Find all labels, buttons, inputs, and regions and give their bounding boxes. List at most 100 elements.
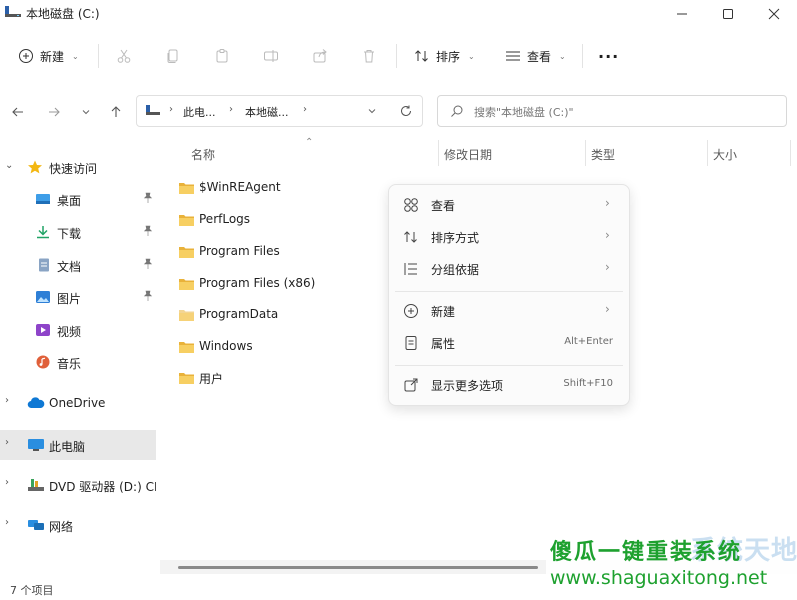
toolbar-divider <box>582 44 583 68</box>
plus-circle-icon <box>18 48 34 64</box>
pin-icon <box>143 290 153 302</box>
file-row[interactable]: Program Files <box>176 238 406 266</box>
view-list-icon <box>505 48 521 64</box>
breadcrumb-separator: › <box>303 104 307 115</box>
sidebar-item-downloads[interactable]: 下载 <box>0 217 156 247</box>
sidebar-item-this-pc[interactable]: › 此电脑 <box>0 430 156 460</box>
rename-button[interactable] <box>263 36 279 76</box>
sidebar-item-label: 桌面 <box>57 194 82 208</box>
video-icon <box>35 323 51 337</box>
menu-item-show-more-options[interactable]: 显示更多选项 Shift+F10 <box>389 369 629 401</box>
back-button[interactable] <box>6 100 30 124</box>
sort-button-label: 排序 <box>436 49 461 64</box>
menu-item-new[interactable]: 新建 › <box>389 295 629 327</box>
sidebar-item-pictures[interactable]: 图片 <box>0 282 156 312</box>
sidebar-quick-access[interactable]: ⌄ 快速访问 <box>0 152 156 182</box>
sidebar-item-videos[interactable]: 视频 <box>0 315 156 345</box>
file-name: Program Files (x86) <box>199 276 316 290</box>
file-row[interactable]: ProgramData <box>176 301 406 329</box>
properties-icon <box>403 335 419 351</box>
menu-item-label: 分组依据 <box>431 263 480 277</box>
folder-icon <box>178 277 195 291</box>
chevron-down-icon: ⌄ <box>468 51 475 61</box>
search-box[interactable] <box>437 95 787 127</box>
menu-divider <box>395 365 623 366</box>
column-divider[interactable] <box>707 140 708 166</box>
sort-button[interactable]: 排序 ⌄ <box>414 36 475 76</box>
paste-button[interactable] <box>214 36 230 76</box>
maximize-button[interactable] <box>705 0 751 28</box>
cut-button[interactable] <box>116 36 132 76</box>
sidebar-item-desktop[interactable]: 桌面 <box>0 184 156 214</box>
column-divider[interactable] <box>790 140 791 166</box>
sidebar-item-dvd-drive[interactable]: › DVD 驱动器 (D:) CI <box>0 470 156 500</box>
column-header-size[interactable]: 大小 <box>713 146 737 163</box>
minimize-button[interactable] <box>659 0 705 28</box>
desktop-icon <box>35 192 51 206</box>
sidebar-item-network[interactable]: › 网络 <box>0 510 156 540</box>
file-name: Windows <box>199 339 253 353</box>
grid-view-icon <box>403 197 419 213</box>
group-list-icon <box>403 261 419 277</box>
sidebar-item-label: 下载 <box>57 227 82 241</box>
breadcrumb-this-pc[interactable]: 此电... <box>183 104 216 120</box>
new-button[interactable]: 新建 ⌄ <box>18 36 79 76</box>
close-button[interactable] <box>751 0 797 28</box>
delete-button[interactable] <box>361 36 377 76</box>
refresh-icon[interactable] <box>399 104 413 118</box>
sidebar-item-onedrive[interactable]: › OneDrive <box>0 388 156 418</box>
view-button-label: 查看 <box>527 49 552 64</box>
menu-item-properties[interactable]: 属性 Alt+Enter <box>389 327 629 359</box>
file-row[interactable]: Program Files (x86) <box>176 270 406 298</box>
up-button[interactable] <box>104 100 128 124</box>
navigation-pane: ⌄ 快速访问 桌面 下载 文档 图片 视频 音乐 › OneDrive › 此电… <box>0 140 156 570</box>
dvd-drive-icon <box>27 478 44 492</box>
rename-icon <box>263 48 279 64</box>
sidebar-item-label: 网络 <box>49 520 74 534</box>
column-header-type[interactable]: 类型 <box>591 146 615 163</box>
sidebar-item-label: 此电脑 <box>49 440 86 454</box>
scrollbar-thumb[interactable] <box>178 566 538 569</box>
plus-circle-icon <box>403 303 419 319</box>
copy-icon <box>165 48 181 64</box>
watermark-url: www.shaguaxitong.net <box>550 567 768 589</box>
column-divider[interactable] <box>585 140 586 166</box>
pc-icon <box>145 104 161 118</box>
column-header-name[interactable]: 名称 <box>191 146 215 163</box>
view-button[interactable]: 查看 ⌄ <box>505 36 566 76</box>
file-row[interactable]: Windows <box>176 333 406 361</box>
file-row[interactable]: $WinREAgent <box>176 174 406 202</box>
share-button[interactable] <box>312 36 328 76</box>
menu-item-sort-by[interactable]: 排序方式 › <box>389 221 629 253</box>
forward-button[interactable] <box>42 100 66 124</box>
copy-button[interactable] <box>165 36 181 76</box>
download-icon <box>35 225 51 239</box>
folder-icon <box>178 340 195 354</box>
menu-item-view[interactable]: 查看 › <box>389 189 629 221</box>
sidebar-item-label: 快速访问 <box>49 162 98 176</box>
column-divider[interactable] <box>438 140 439 166</box>
file-row[interactable]: 用户 <box>176 364 406 392</box>
file-row[interactable]: PerfLogs <box>176 206 406 234</box>
drive-icon <box>4 4 22 20</box>
sidebar-item-documents[interactable]: 文档 <box>0 250 156 280</box>
file-name: ProgramData <box>199 307 279 321</box>
chevron-right-icon: › <box>605 196 610 210</box>
breadcrumb-local-disk[interactable]: 本地磁... <box>245 104 289 120</box>
address-bar[interactable]: › 此电... › 本地磁... › <box>136 95 423 127</box>
more-button[interactable]: ··· <box>598 36 619 76</box>
column-header-modified[interactable]: 修改日期 <box>444 146 492 163</box>
pin-icon <box>143 258 153 270</box>
file-name: 用户 <box>199 372 224 386</box>
pictures-icon <box>35 290 51 304</box>
folder-icon <box>178 213 195 227</box>
clipboard-icon <box>214 48 230 64</box>
sidebar-item-music[interactable]: 音乐 <box>0 347 156 377</box>
address-history-dropdown[interactable] <box>367 106 377 116</box>
recent-locations-button[interactable] <box>74 100 98 124</box>
cloud-icon <box>27 396 45 410</box>
breadcrumb-separator: › <box>229 104 233 115</box>
search-input[interactable] <box>472 102 776 122</box>
chevron-right-icon: › <box>605 302 610 316</box>
menu-item-group-by[interactable]: 分组依据 › <box>389 253 629 285</box>
